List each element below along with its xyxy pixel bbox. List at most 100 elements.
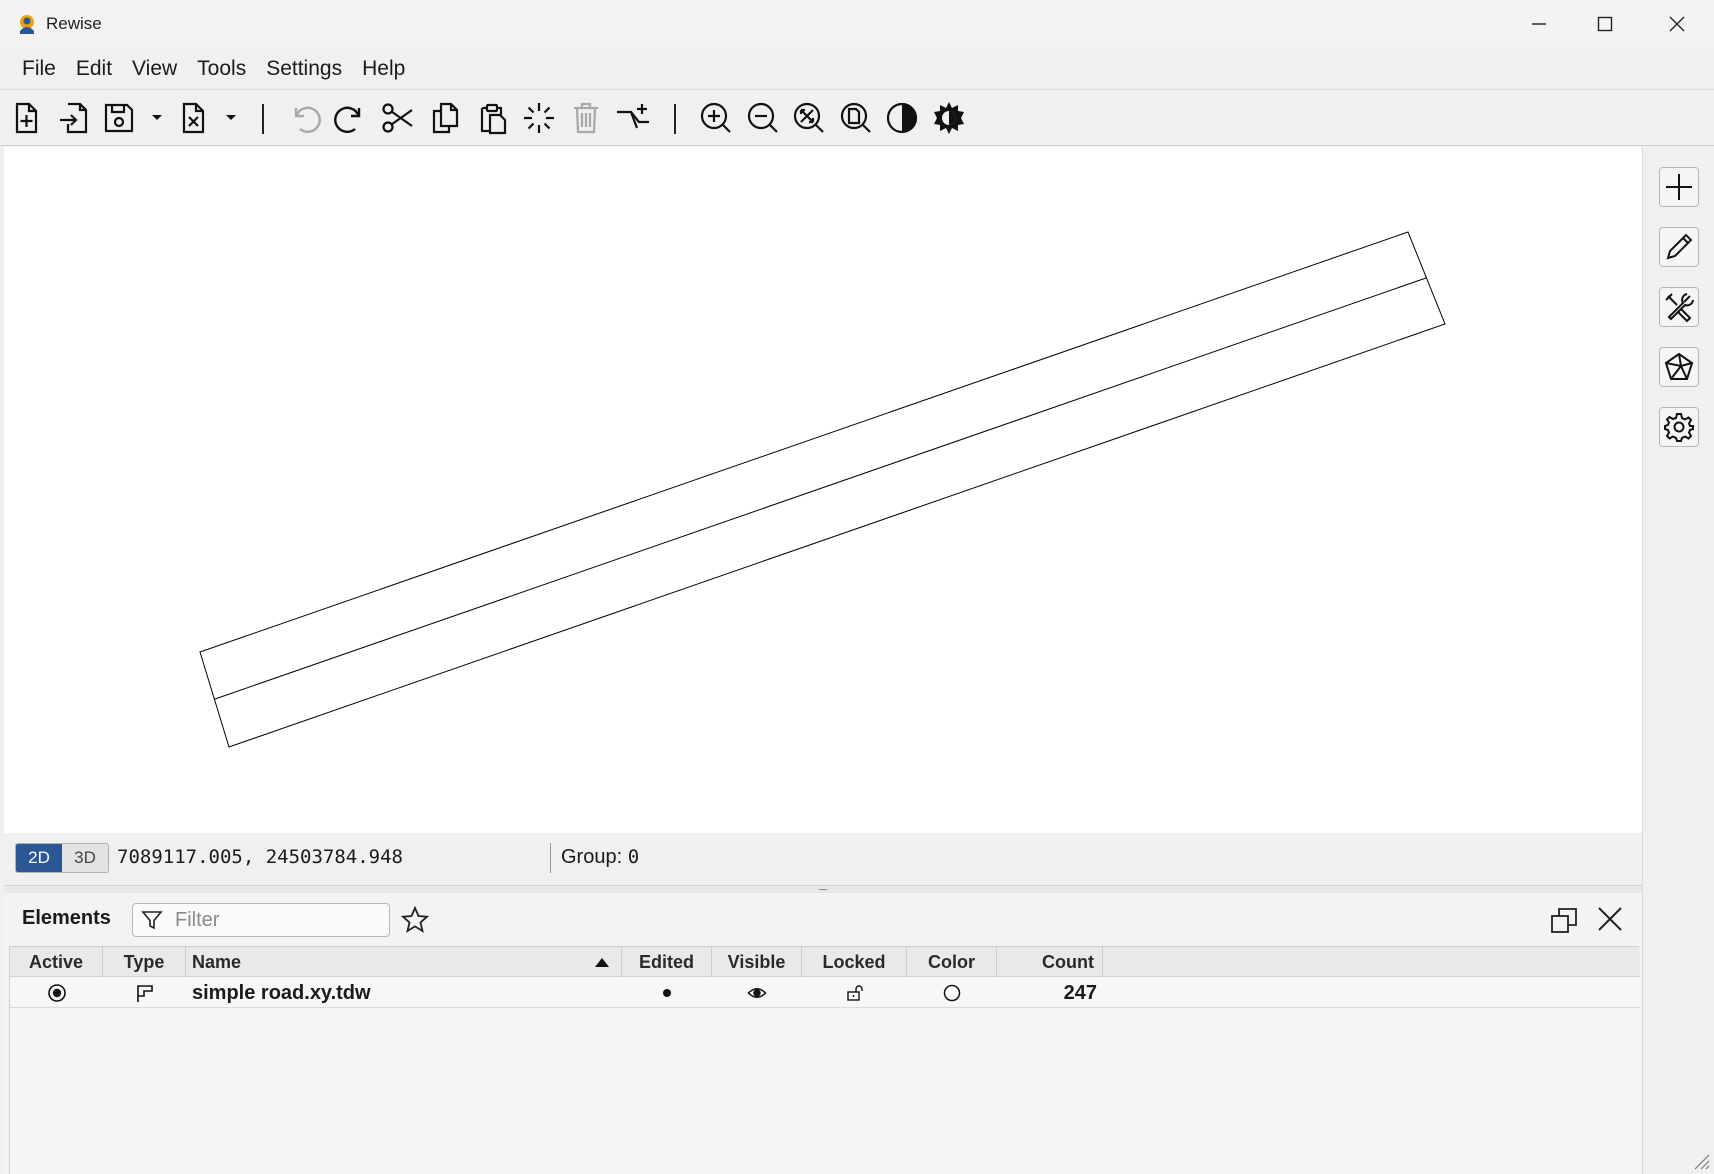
radio-selected-icon [47,984,66,1002]
table-header: Active Type Name Edited Visible Locked C… [10,947,1640,977]
table-row[interactable]: simple road.xy.tdw 247 [10,978,1640,1008]
column-count[interactable]: Count [997,947,1103,977]
zoom-in-button[interactable] [696,98,736,138]
row-active-radio[interactable] [10,978,103,1008]
mode-3d-button[interactable]: 3D [62,844,108,872]
cut-icon [382,103,413,133]
undo-icon [294,106,321,133]
delete-button[interactable] [566,98,606,138]
row-visible-toggle[interactable] [712,978,802,1008]
edit-button[interactable] [1659,227,1699,267]
maximize-icon [1597,16,1613,32]
road-outline[interactable] [199,231,1446,748]
contrast-icon [886,102,918,134]
minimize-icon [1532,23,1546,25]
minimize-button[interactable] [1504,0,1574,48]
zoom-page-button[interactable] [836,98,876,138]
new-file-button[interactable] [6,98,46,138]
row-name: simple road.xy.tdw [192,981,371,1004]
column-color[interactable]: Color [907,947,997,977]
column-type[interactable]: Type [103,947,186,977]
status-bar: 2D 3D 7089117.005, 24503784.948 Group: 0 [4,833,1642,885]
close-file-dropdown-icon[interactable] [224,110,238,124]
menu-tools[interactable]: Tools [187,51,256,87]
save-icon [104,103,134,133]
filter-box [132,903,390,937]
status-separator [550,843,551,873]
filter-icon [141,911,163,930]
select-button[interactable] [519,98,559,138]
color-circle-icon [943,984,961,1002]
window-title: Rewise [46,14,102,33]
select-icon [524,103,554,133]
redo-button[interactable] [331,98,371,138]
close-window-button[interactable] [1642,0,1712,48]
close-panel-icon[interactable] [1594,903,1626,935]
zoom-out-button[interactable] [743,98,783,138]
row-color-swatch[interactable] [907,978,997,1008]
title-bar: Rewise [0,0,1714,48]
undock-panel-icon[interactable] [1549,905,1579,935]
toolbar-separator [674,104,676,134]
paste-button[interactable] [472,98,512,138]
eye-icon [747,988,767,998]
menu-settings[interactable]: Settings [256,51,352,87]
delete-icon [574,102,598,134]
mode-2d-button[interactable]: 2D [16,844,62,872]
group-indicator: Group: 0 [561,846,639,869]
new-file-icon [15,102,38,134]
row-edited [622,978,712,1008]
brightness-icon [934,102,964,134]
edited-dot-icon [663,989,671,997]
cut-button[interactable] [378,98,418,138]
menu-view[interactable]: View [122,51,187,87]
add-button[interactable] [1659,167,1699,207]
contrast-button[interactable] [882,98,922,138]
favorites-star-icon[interactable] [400,905,430,935]
zoom-extents-button[interactable] [789,98,829,138]
road-centerline[interactable] [214,277,1427,700]
column-name-label: Name [192,951,242,972]
polygon-button[interactable] [1659,347,1699,387]
polyline-type-icon [136,985,153,1002]
save-dropdown-icon[interactable] [150,110,164,124]
column-active[interactable]: Active [10,947,103,977]
maximize-button[interactable] [1570,0,1640,48]
zoom-page-icon [840,102,871,133]
close-file-button[interactable] [173,98,213,138]
cursor-coordinates: 7089117.005, 24503784.948 [117,846,403,868]
split-button[interactable] [613,98,653,138]
menu-help[interactable]: Help [352,51,415,87]
import-icon [60,102,88,134]
right-tool-panel [1642,147,1714,1174]
add-icon [1666,174,1692,200]
menu-edit[interactable]: Edit [66,51,122,87]
column-visible[interactable]: Visible [712,947,802,977]
settings-button[interactable] [1659,407,1699,447]
tools-button[interactable] [1659,287,1699,327]
close-icon [1669,16,1685,32]
column-name[interactable]: Name [186,947,622,977]
column-edited[interactable]: Edited [622,947,712,977]
panel-splitter[interactable] [4,885,1642,893]
toolbar [0,90,1714,146]
column-locked[interactable]: Locked [802,947,907,977]
close-file-icon [182,102,205,134]
unlocked-icon [846,985,863,1001]
paste-icon [480,103,507,135]
drawing-canvas[interactable] [4,147,1642,833]
row-locked-toggle[interactable] [802,978,907,1008]
tools-icon [1665,293,1694,323]
filter-input[interactable] [175,908,375,932]
resize-grip-icon[interactable] [1690,1150,1710,1170]
undo-button[interactable] [284,98,324,138]
brightness-button[interactable] [929,98,969,138]
save-button[interactable] [99,98,139,138]
copy-button[interactable] [425,98,465,138]
menu-file[interactable]: File [12,51,66,87]
zoom-in-icon [700,102,731,133]
import-button[interactable] [53,98,93,138]
menu-bar: File Edit View Tools Settings Help [0,48,1714,90]
settings-gear-icon [1664,413,1694,442]
row-count: 247 [1063,981,1097,1004]
